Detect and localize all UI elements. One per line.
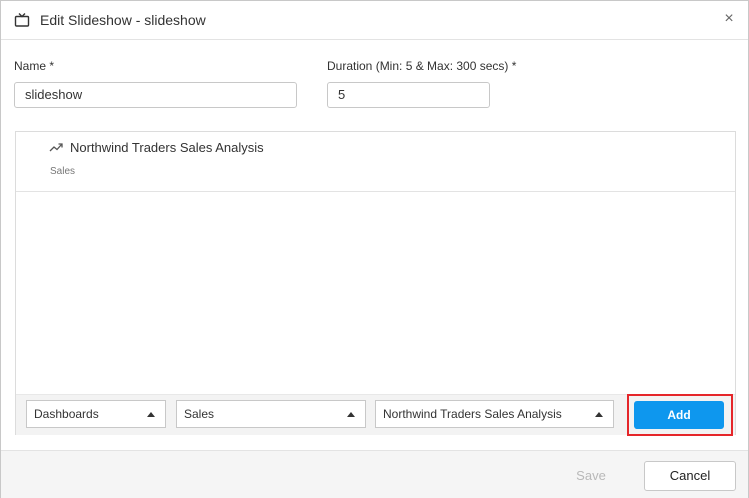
dialog-footer: Save Cancel	[1, 450, 748, 498]
caret-up-icon	[347, 412, 355, 417]
close-icon[interactable]: ×	[721, 11, 737, 27]
item-title: Northwind Traders Sales Analysis	[70, 140, 264, 155]
list-item[interactable]: Northwind Traders Sales Analysis Sales	[16, 132, 735, 192]
tv-icon	[14, 13, 30, 27]
trending-up-icon	[49, 143, 63, 152]
category-dropdown[interactable]: Sales	[176, 400, 366, 428]
slideshow-items-panel: Northwind Traders Sales Analysis Sales D…	[15, 131, 736, 436]
cancel-button[interactable]: Cancel	[644, 461, 736, 491]
duration-label: Duration (Min: 5 & Max: 300 secs) *	[327, 59, 517, 73]
item-dropdown[interactable]: Northwind Traders Sales Analysis	[375, 400, 614, 428]
edit-slideshow-dialog: Edit Slideshow - slideshow × Name * slid…	[0, 0, 749, 498]
duration-input[interactable]: 5	[327, 82, 490, 108]
save-button[interactable]: Save	[561, 462, 621, 490]
add-button[interactable]: Add	[634, 401, 724, 429]
add-button-highlight: Add	[627, 394, 733, 436]
caret-up-icon	[147, 412, 155, 417]
type-dropdown-value: Dashboards	[34, 407, 99, 421]
dialog-header: Edit Slideshow - slideshow ×	[1, 1, 748, 40]
name-input[interactable]: slideshow	[14, 82, 297, 108]
category-dropdown-value: Sales	[184, 407, 215, 421]
name-label: Name *	[14, 59, 55, 73]
dialog-title: Edit Slideshow - slideshow	[40, 12, 206, 28]
caret-up-icon	[595, 412, 603, 417]
item-subtitle: Sales	[50, 166, 76, 177]
type-dropdown[interactable]: Dashboards	[26, 400, 166, 428]
item-dropdown-value: Northwind Traders Sales Analysis	[383, 407, 562, 421]
